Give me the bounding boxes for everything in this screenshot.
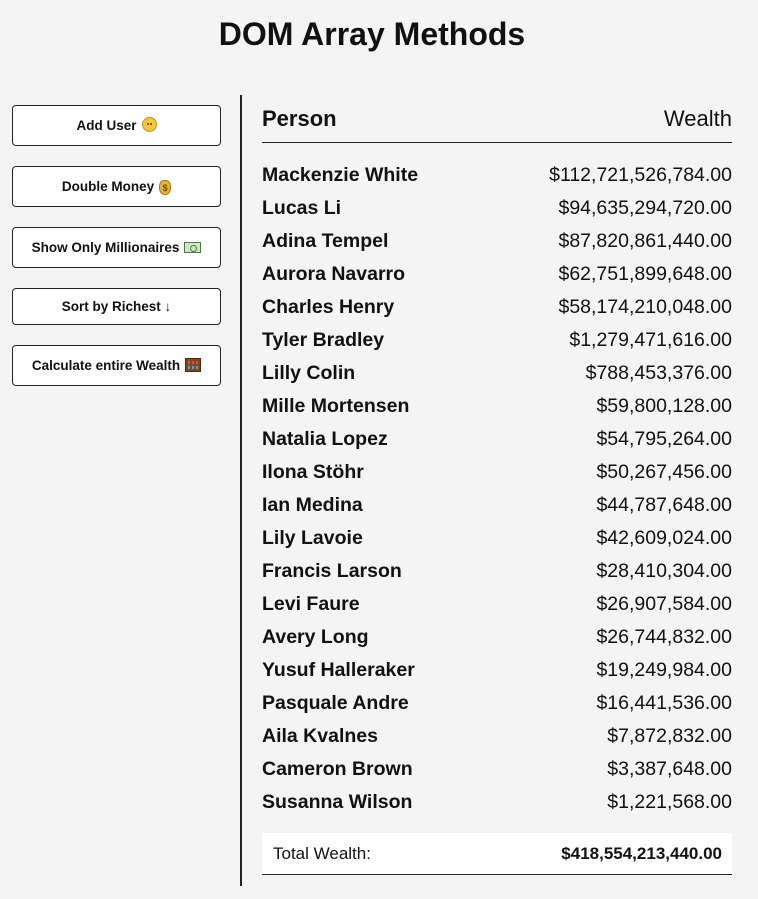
table-row: Cameron Brown $3,387,648.00 — [262, 758, 732, 791]
person-name: Ilona Stöhr — [262, 461, 364, 483]
total-wealth-label: Total Wealth: — [273, 843, 371, 863]
person-wealth: $59,800,128.00 — [596, 395, 732, 417]
calculate-wealth-button[interactable]: Calculate entire Wealth — [12, 345, 221, 386]
smiley-face-icon — [141, 117, 157, 132]
person-name: Tyler Bradley — [262, 329, 385, 351]
table-row: Charles Henry $58,174,210,048.00 — [262, 296, 732, 329]
vertical-divider — [240, 95, 242, 886]
wealth-table: Person Wealth Mackenzie White $112,721,52… — [262, 103, 732, 875]
person-name: Lily Lavoie — [262, 527, 363, 549]
person-wealth: $3,387,648.00 — [607, 758, 732, 780]
calculate-wealth-button-label: Calculate entire Wealth — [31, 358, 181, 373]
person-name: Aila Kvalnes — [262, 725, 378, 747]
table-row: Tyler Bradley $1,279,471,616.00 — [262, 329, 732, 362]
person-wealth: $87,820,861,440.00 — [558, 230, 732, 252]
person-name: Mille Mortensen — [262, 395, 410, 417]
double-money-button[interactable]: Double Money $ — [12, 166, 221, 207]
person-wealth: $19,249,984.00 — [596, 659, 732, 681]
table-row: Francis Larson $28,410,304.00 — [262, 560, 732, 593]
table-row: Aurora Navarro $62,751,899,648.00 — [262, 263, 732, 296]
sidebar: Add User Double Money $ Show Only Millio… — [12, 105, 221, 406]
table-row: Pasquale Andre $16,441,536.00 — [262, 692, 732, 725]
page-title: DOM Array Methods — [218, 16, 526, 52]
person-wealth: $788,453,376.00 — [585, 362, 732, 384]
total-wealth-value: $418,554,213,440.00 — [561, 843, 722, 863]
sort-richest-button-label: Sort by Richest ↓ — [61, 299, 172, 314]
person-name: Francis Larson — [262, 560, 402, 582]
person-wealth: $44,787,648.00 — [596, 494, 732, 516]
person-wealth: $1,221,568.00 — [607, 791, 732, 813]
table-rows: Mackenzie White $112,721,526,784.00 Lucas … — [262, 164, 732, 824]
table-row: Levi Faure $26,907,584.00 — [262, 593, 732, 626]
person-wealth: $28,410,304.00 — [596, 560, 732, 582]
table-row: Natalia Lopez $54,795,264.00 — [262, 428, 732, 461]
total-wealth-row: Total Wealth: $418,554,213,440.00 — [262, 833, 732, 875]
person-name: Levi Faure — [262, 593, 360, 615]
person-name: Yusuf Halleraker — [262, 659, 415, 681]
table-row: Mackenzie White $112,721,526,784.00 — [262, 164, 732, 197]
person-name: Natalia Lopez — [262, 428, 388, 450]
show-millionaires-button[interactable]: Show Only Millionaires — [12, 227, 221, 268]
person-name: Susanna Wilson — [262, 791, 413, 813]
table-row: Avery Long $26,744,832.00 — [262, 626, 732, 659]
banknote-icon — [184, 241, 202, 253]
person-wealth: $42,609,024.00 — [596, 527, 732, 549]
person-wealth: $7,872,832.00 — [607, 725, 732, 747]
table-row: Ian Medina $44,787,648.00 — [262, 494, 732, 527]
table-row: Adina Tempel $87,820,861,440.00 — [262, 230, 732, 263]
person-wealth: $26,907,584.00 — [596, 593, 732, 615]
add-user-button[interactable]: Add User — [12, 105, 221, 146]
person-wealth: $50,267,456.00 — [596, 461, 732, 483]
person-name: Lucas Li — [262, 197, 342, 219]
person-wealth: $58,174,210,048.00 — [558, 296, 732, 318]
person-name: Aurora Navarro — [262, 263, 406, 285]
table-row: Lucas Li $94,635,294,720.00 — [262, 197, 732, 230]
person-name: Cameron Brown — [262, 758, 413, 780]
add-user-button-label: Add User — [76, 118, 137, 133]
person-wealth: $26,744,832.00 — [596, 626, 732, 648]
person-name: Pasquale Andre — [262, 692, 409, 714]
person-wealth: $62,751,899,648.00 — [558, 263, 732, 285]
person-wealth: $1,279,471,616.00 — [569, 329, 732, 351]
person-name: Lilly Colin — [262, 362, 356, 384]
sort-richest-button[interactable]: Sort by Richest ↓ — [12, 288, 221, 325]
table-row: Aila Kvalnes $7,872,832.00 — [262, 725, 732, 758]
double-money-button-label: Double Money — [61, 179, 155, 194]
person-name: Avery Long — [262, 626, 369, 648]
person-name: Ian Medina — [262, 494, 363, 516]
table-row: Ilona Stöhr $50,267,456.00 — [262, 461, 732, 494]
table-header: Person Wealth — [262, 103, 732, 143]
abacus-icon — [185, 357, 202, 372]
person-wealth: $16,441,536.00 — [596, 692, 732, 714]
table-row: Lilly Colin $788,453,376.00 — [262, 362, 732, 395]
person-name: Charles Henry — [262, 296, 395, 318]
header-wealth: Wealth — [663, 106, 732, 131]
person-wealth: $112,721,526,784.00 — [549, 164, 732, 186]
money-bag-icon: $ — [159, 179, 172, 195]
header-person: Person — [262, 106, 337, 131]
table-row: Yusuf Halleraker $19,249,984.00 — [262, 659, 732, 692]
person-wealth: $94,635,294,720.00 — [558, 197, 732, 219]
person-name: Mackenzie White — [262, 164, 419, 186]
person-name: Adina Tempel — [262, 230, 389, 252]
show-millionaires-button-label: Show Only Millionaires — [31, 240, 180, 255]
table-row: Lily Lavoie $42,609,024.00 — [262, 527, 732, 560]
table-row: Susanna Wilson $1,221,568.00 — [262, 791, 732, 824]
person-wealth: $54,795,264.00 — [596, 428, 732, 450]
table-row: Mille Mortensen $59,800,128.00 — [262, 395, 732, 428]
